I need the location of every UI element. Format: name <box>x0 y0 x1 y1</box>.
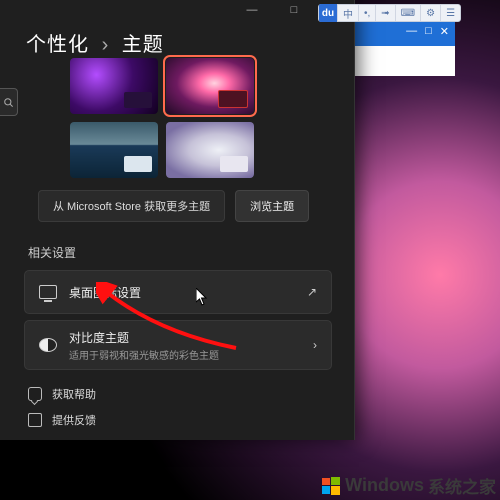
watermark-brand: Windows <box>345 475 424 496</box>
ime-toolbar[interactable]: du 中 •, ➟ ⌨ ⚙ ☰ <box>318 4 461 22</box>
get-help-link[interactable]: 获取帮助 <box>28 386 96 402</box>
theme-thumb-2[interactable] <box>166 58 254 114</box>
chat-icon <box>28 387 42 401</box>
bgwin-max-icon[interactable]: □ <box>425 25 432 37</box>
maximize-button[interactable]: □ <box>282 4 306 17</box>
feedback-icon <box>28 413 42 427</box>
search-input[interactable] <box>0 88 18 116</box>
chevron-right-icon: › <box>102 34 110 56</box>
get-help-label: 获取帮助 <box>52 386 96 402</box>
mouse-cursor <box>196 288 208 306</box>
contrast-icon <box>39 338 57 352</box>
store-row: 从 Microsoft Store 获取更多主题 浏览主题 <box>38 190 309 222</box>
ime-menu-icon[interactable]: ☰ <box>440 5 460 21</box>
desktop-icon-settings-title: 桌面图标设置 <box>69 284 295 301</box>
watermark: Windows 系统之家 <box>321 473 496 498</box>
give-feedback-label: 提供反馈 <box>52 412 96 428</box>
chevron-right-icon: › <box>313 338 317 352</box>
ime-logo: du <box>319 4 337 22</box>
ime-punct[interactable]: •, <box>358 5 375 21</box>
watermark-suffix: 系统之家 <box>428 473 496 498</box>
background-window-body <box>355 46 455 76</box>
breadcrumb: 个性化 › 主题 <box>26 28 164 57</box>
open-external-icon: ↗ <box>307 285 317 299</box>
bgwin-min-icon[interactable]: — <box>406 25 417 37</box>
ime-cell-3[interactable]: ➟ <box>375 5 394 21</box>
ime-mode[interactable]: 中 <box>337 5 358 21</box>
monitor-icon <box>39 285 57 299</box>
theme-grid <box>70 58 254 178</box>
breadcrumb-current: 主题 <box>122 34 164 56</box>
contrast-themes-subtitle: 适用于弱视和强光敏感的彩色主题 <box>69 347 301 362</box>
theme-thumb-4[interactable] <box>166 122 254 178</box>
store-link[interactable]: 从 Microsoft Store 获取更多主题 <box>38 190 225 222</box>
bgwin-close-icon[interactable]: ✕ <box>440 25 449 38</box>
search-icon <box>3 97 14 108</box>
theme-thumb-3[interactable] <box>70 122 158 178</box>
breadcrumb-parent[interactable]: 个性化 <box>26 34 89 56</box>
ime-settings-icon[interactable]: ⚙ <box>420 5 440 21</box>
related-settings-label: 相关设置 <box>28 244 76 261</box>
ime-keyboard-icon[interactable]: ⌨ <box>395 5 420 21</box>
contrast-themes-title: 对比度主题 <box>69 329 301 346</box>
theme-thumb-1[interactable] <box>70 58 158 114</box>
contrast-themes-row[interactable]: 对比度主题 适用于弱视和强光敏感的彩色主题 › <box>24 320 332 370</box>
desktop-icon-settings-row[interactable]: 桌面图标设置 ↗ <box>24 270 332 314</box>
windows-logo-icon <box>321 476 341 496</box>
minimize-button[interactable]: — <box>240 4 264 17</box>
browse-themes-button[interactable]: 浏览主题 <box>235 190 309 222</box>
give-feedback-link[interactable]: 提供反馈 <box>28 412 96 428</box>
settings-window: — □ ✕ 个性化 › 主题 从 Microsoft Store 获取更多主题 … <box>0 0 355 440</box>
